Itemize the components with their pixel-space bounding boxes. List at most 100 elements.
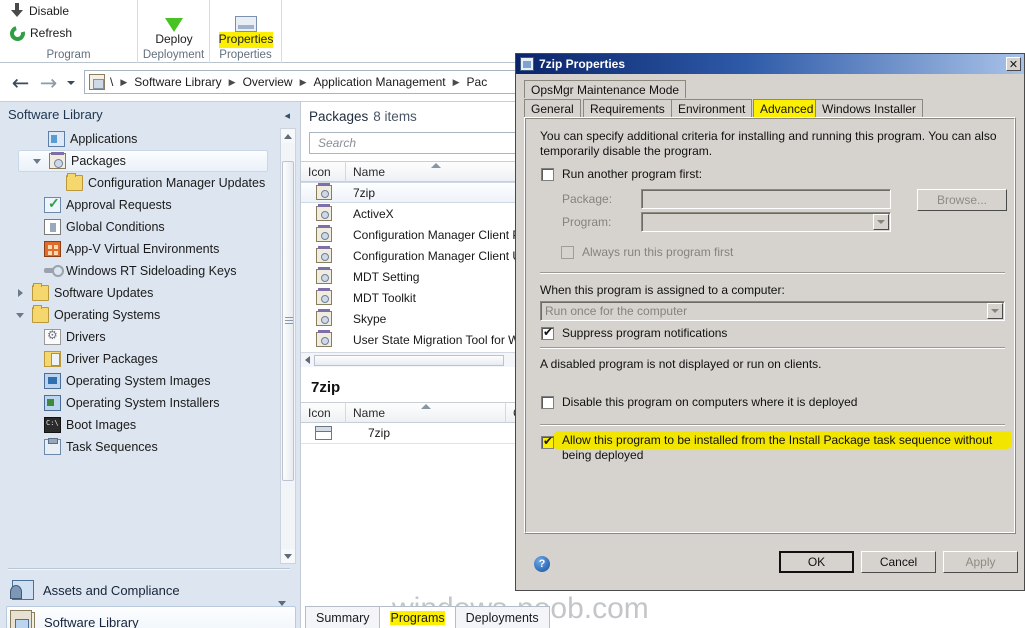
assigned-dropdown[interactable]: Run once for the computer bbox=[540, 301, 1005, 321]
tab-advanced[interactable]: Advanced bbox=[753, 99, 821, 117]
tab-environment[interactable]: Environment bbox=[671, 99, 753, 117]
sidebar-item-approval-requests[interactable]: Approval Requests bbox=[0, 194, 300, 216]
tab-requirements[interactable]: Requirements bbox=[583, 99, 672, 117]
table-row[interactable]: Configuration Manager Client P bbox=[301, 224, 526, 245]
refresh-icon bbox=[7, 22, 28, 44]
triangle-up-icon bbox=[284, 133, 292, 139]
deploy-button[interactable]: Deploy bbox=[138, 0, 210, 48]
tree-twisty-expand-icon[interactable] bbox=[14, 289, 26, 297]
breadcrumb-item-2[interactable]: Application Management bbox=[309, 75, 451, 89]
table-row[interactable]: MDT Toolkit bbox=[301, 287, 526, 308]
scroll-up-button[interactable] bbox=[281, 129, 295, 143]
run-another-program-checkbox[interactable] bbox=[541, 168, 554, 181]
scrollbar-thumb[interactable] bbox=[314, 354, 504, 366]
approval-requests-icon bbox=[44, 195, 61, 213]
sidebar-item-operating-system-images[interactable]: Operating System Images bbox=[0, 370, 300, 392]
table-row[interactable]: Configuration Manager Client U bbox=[301, 245, 526, 266]
scroll-left-button[interactable] bbox=[301, 356, 314, 364]
table-row[interactable]: User State Migration Tool for W bbox=[301, 329, 526, 350]
divider bbox=[540, 272, 1005, 274]
dialog-body-inner: You can specify additional criteria for … bbox=[525, 118, 1015, 533]
workspace-assets-and-compliance[interactable]: Assets and Compliance bbox=[6, 574, 296, 606]
chevron-down-icon[interactable] bbox=[987, 303, 1003, 319]
sidebar-item-operating-system-installers[interactable]: Operating System Installers bbox=[0, 392, 300, 414]
sidebar-item-windows-rt-sideloading-keys[interactable]: Windows RT Sideloading Keys bbox=[0, 260, 300, 282]
ok-button[interactable]: OK bbox=[779, 551, 854, 573]
sidebar-item-label: Global Conditions bbox=[66, 220, 165, 234]
disable-button[interactable]: Disable bbox=[6, 0, 73, 22]
tab-deployments[interactable]: Deployments bbox=[454, 606, 550, 628]
sidebar-item-boot-images[interactable]: Boot Images bbox=[0, 414, 300, 436]
workspace-scroll-down-button[interactable] bbox=[278, 601, 286, 620]
column-header-name[interactable]: Name bbox=[346, 402, 506, 423]
column-header-icon[interactable]: Icon bbox=[301, 402, 346, 423]
sidebar-item-global-conditions[interactable]: Global Conditions bbox=[0, 216, 300, 238]
refresh-button[interactable]: Refresh bbox=[6, 22, 76, 44]
always-run-first-checkbox[interactable] bbox=[561, 246, 574, 259]
search-input[interactable]: Search bbox=[309, 132, 526, 154]
scrollbar-thumb[interactable] bbox=[282, 161, 294, 481]
sidebar-item-label: Software Updates bbox=[54, 286, 154, 300]
breadcrumb-item-3[interactable]: Pac bbox=[462, 75, 493, 89]
table-row[interactable]: Skype bbox=[301, 308, 526, 329]
package-field[interactable] bbox=[641, 189, 891, 209]
recent-locations-button[interactable] bbox=[64, 77, 78, 89]
workspace-label: Software Library bbox=[44, 614, 139, 628]
close-icon[interactable]: ✕ bbox=[1006, 57, 1021, 71]
breadcrumb-item-1[interactable]: Overview bbox=[238, 75, 298, 89]
sidebar-item-operating-systems[interactable]: Operating Systems bbox=[0, 304, 300, 326]
sidebar-item-drivers[interactable]: Drivers bbox=[0, 326, 300, 348]
table-row[interactable]: MDT Setting bbox=[301, 266, 526, 287]
help-icon[interactable]: ? bbox=[534, 556, 550, 572]
disabled-note: A disabled program is not displayed or r… bbox=[540, 357, 822, 371]
sidebar-item-configuration-manager-updates[interactable]: Configuration Manager Updates bbox=[0, 172, 300, 194]
browse-button[interactable]: Browse... bbox=[917, 189, 1007, 211]
package-list-horizontal-scrollbar[interactable] bbox=[301, 352, 526, 367]
scroll-down-button[interactable] bbox=[281, 549, 295, 563]
sidebar-item-label: Boot Images bbox=[66, 418, 137, 432]
dialog-title-bar: 7zip Properties ✕ bbox=[516, 54, 1024, 74]
suppress-notifications-checkbox[interactable] bbox=[541, 325, 554, 340]
workspace-software-library[interactable]: Software Library bbox=[6, 606, 296, 628]
program-dropdown[interactable] bbox=[641, 212, 891, 232]
tree-twisty-collapse-icon[interactable] bbox=[14, 312, 26, 318]
table-row[interactable]: 7zip bbox=[301, 423, 526, 444]
table-row[interactable]: 7zip bbox=[301, 182, 526, 203]
tab-windows-installer[interactable]: Windows Installer bbox=[815, 99, 924, 117]
sidebar-item-app-v-virtual-environments[interactable]: App-V Virtual Environments bbox=[0, 238, 300, 260]
tab-programs[interactable]: Programs bbox=[379, 606, 456, 628]
breadcrumb-item-0[interactable]: Software Library bbox=[129, 75, 226, 89]
table-cell-name: MDT Toolkit bbox=[353, 290, 416, 305]
tree-twisty-collapse-icon[interactable] bbox=[31, 158, 43, 164]
suppress-notifications-label: Suppress program notifications bbox=[562, 326, 728, 340]
sidebar-item-applications[interactable]: Applications bbox=[0, 128, 300, 150]
forward-button[interactable]: → bbox=[36, 71, 61, 95]
cancel-button[interactable]: Cancel bbox=[861, 551, 936, 573]
navigation-tree-scrollbar[interactable] bbox=[280, 128, 296, 564]
sidebar-item-packages[interactable]: Packages bbox=[18, 150, 268, 172]
apply-button[interactable]: Apply bbox=[943, 551, 1018, 573]
sidebar-item-software-updates[interactable]: Software Updates bbox=[0, 282, 300, 304]
column-header-icon[interactable]: Icon bbox=[301, 161, 346, 182]
allow-install-checkbox[interactable] bbox=[541, 434, 554, 449]
table-row[interactable]: ActiveX bbox=[301, 203, 526, 224]
back-button[interactable]: ← bbox=[8, 71, 33, 95]
dialog-tabs: OpsMgr Maintenance Mode General Requirem… bbox=[524, 80, 1016, 118]
assets-icon bbox=[10, 580, 34, 600]
column-header-name[interactable]: Name bbox=[346, 161, 526, 182]
tab-general[interactable]: General bbox=[524, 99, 581, 117]
workspace-divider bbox=[8, 568, 290, 570]
tab-summary[interactable]: Summary bbox=[305, 606, 381, 628]
tab-opsmgr-maintenance-mode[interactable]: OpsMgr Maintenance Mode bbox=[524, 80, 687, 98]
sidebar-item-task-sequences[interactable]: Task Sequences bbox=[0, 436, 300, 458]
collapse-chevron-icon[interactable]: ◂ bbox=[284, 109, 290, 122]
driver-packages-icon bbox=[44, 351, 61, 367]
disable-program-checkbox[interactable] bbox=[541, 396, 554, 409]
properties-button[interactable]: Properties bbox=[210, 0, 282, 48]
chevron-down-icon[interactable] bbox=[873, 214, 889, 230]
breadcrumb-root[interactable]: \ bbox=[105, 75, 118, 89]
triangle-down-icon bbox=[278, 601, 286, 620]
sidebar-item-driver-packages[interactable]: Driver Packages bbox=[0, 348, 300, 370]
deploy-icon bbox=[165, 18, 183, 32]
properties-dialog: 7zip Properties ✕ OpsMgr Maintenance Mod… bbox=[515, 53, 1025, 591]
